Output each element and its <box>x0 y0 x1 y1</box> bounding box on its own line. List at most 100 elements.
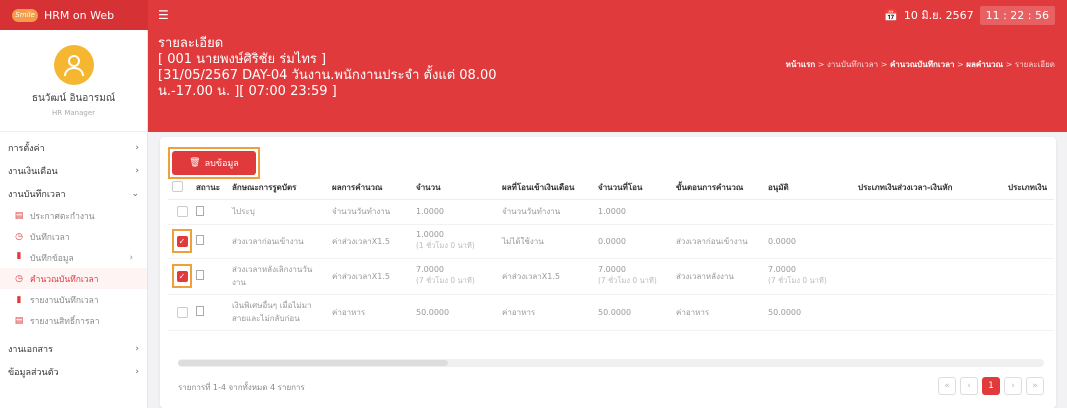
cell-calc-step: ส่วงเวลาก่อนเข้างาน <box>672 224 764 259</box>
delete-button-highlight: 🗑 ลบข้อมูล <box>168 147 260 179</box>
next-page-icon[interactable]: › <box>1004 377 1022 395</box>
sidebar-sub-time-record[interactable]: ◷ บันทึกเวลา <box>0 226 147 247</box>
chevron-right-icon: › <box>135 165 139 176</box>
prev-page-icon[interactable]: ‹ <box>960 377 978 395</box>
delete-button[interactable]: 🗑 ลบข้อมูล <box>172 151 256 175</box>
col-calc-result[interactable]: ผลการคำนวณ <box>328 177 412 200</box>
cell-transfer-amount: 7.0000 <box>598 265 626 274</box>
sidebar-sub-data-record[interactable]: ▮ บันทึกข้อมูล › <box>0 247 147 268</box>
menu-toggle-icon[interactable]: ☰ <box>158 8 169 22</box>
chevron-right-icon: › <box>135 343 139 354</box>
cell-amount: 1.0000 <box>416 230 444 239</box>
breadcrumb-home[interactable]: หน้าแรก <box>786 60 816 69</box>
cell-approve: 50.0000 <box>764 294 854 331</box>
row-checkbox[interactable] <box>176 206 188 217</box>
col-transfer-amount[interactable]: จำนวนที่โอน <box>594 177 672 200</box>
document-icon[interactable] <box>196 235 204 245</box>
cell-transfer-amount: 50.0000 <box>594 294 672 331</box>
cell-transfer-result: ค่าส่วงเวลาX1.5 <box>498 258 594 295</box>
detail-card: 🗑 ลบข้อมูล สถานะ ลักษณะการรูดบัตร ผลการค… <box>160 137 1056 408</box>
cell-amount: 50.0000 <box>412 294 498 331</box>
trash-icon: 🗑 <box>189 158 201 168</box>
brand[interactable]: Smile HRM on Web <box>0 0 148 30</box>
sub-item-label: บันทึกข้อมูล <box>30 253 74 264</box>
sub-item-label: บันทึกเวลา <box>30 232 70 243</box>
cell-amount: 1.0000 <box>412 199 498 225</box>
user-name: ธนวัฒน์ อินอารมณ์ <box>31 92 116 104</box>
clock-date: 10 มิ.ย. 2567 <box>903 9 974 22</box>
sidebar-item-label: การตั้งค่า <box>8 143 45 154</box>
clock-icon: ◷ <box>15 273 23 284</box>
sidebar-item-personal[interactable]: ข้อมูลส่วนตัว › <box>0 360 147 383</box>
sidebar: ธนวัฒน์ อินอารมณ์ HR Manager การตั้งค่า ›… <box>0 30 148 408</box>
col-calc-step[interactable]: ขั้นตอนการคำนวณ <box>672 177 764 200</box>
delete-label: ลบข้อมูล <box>204 159 239 169</box>
sidebar-item-label: ข้อมูลส่วนตัว <box>8 367 59 378</box>
scrollbar-thumb[interactable] <box>178 360 448 366</box>
first-page-icon[interactable]: « <box>938 377 956 395</box>
user-role: HR Manager <box>51 108 96 117</box>
cell-amount: 7.0000 <box>416 265 444 274</box>
table-header-row: สถานะ ลักษณะการรูดบัตร ผลการคำนวณ จำนวน … <box>168 177 1054 200</box>
row-checkbox-highlight: ✓ <box>172 229 192 253</box>
cell-transfer-amount: 0.0000 <box>594 224 672 259</box>
file-icon: ▮ <box>16 294 22 305</box>
sidebar-item-label: งานบันทึกเวลา <box>8 189 66 200</box>
sidebar-item-payroll[interactable]: งานเงินเดือน › <box>0 159 147 182</box>
table-row[interactable]: ✓ ส่วงเวลาหลังเลิกงานวัน งาน ค่าส่วงเวลา… <box>168 258 1054 295</box>
title-line: [ 001 นายพงษ์ศิริชัย ร่มไทร ] <box>158 52 327 67</box>
breadcrumb-calc[interactable]: คำนวณบันทึกเวลา <box>890 60 955 69</box>
row-checkbox[interactable]: ✓ <box>176 270 188 282</box>
cell-approve: 0.0000 <box>764 224 854 259</box>
horizontal-scrollbar[interactable] <box>178 359 1044 367</box>
table-row[interactable]: เงินพิเศษอื่นๆ เมื่อไม่มา สายและไม่กลับก… <box>168 294 1054 331</box>
select-all-checkbox[interactable] <box>172 181 183 193</box>
cell-transfer-detail: (7 ชั่วโมง 0 นาที) <box>598 276 657 285</box>
col-amount[interactable]: จำนวน <box>412 177 498 200</box>
sub-item-label: คำนวณบันทึกเวลา <box>30 274 99 285</box>
cell-calc-result: จำนวนวันทำงาน <box>328 199 412 225</box>
row-checkbox[interactable] <box>176 306 188 318</box>
document-icon[interactable] <box>196 205 204 216</box>
user-profile: ธนวัฒน์ อินอารมณ์ HR Manager <box>0 30 147 132</box>
sidebar-item-label: งานเงินเดือน <box>8 166 58 177</box>
cell-transfer-amount: 1.0000 <box>594 199 672 225</box>
title-line: รายละเอียด <box>158 36 224 51</box>
col-transfer-result[interactable]: ผลที่โอนเข้าเงินเดือน <box>498 177 594 200</box>
cell-approve <box>764 199 854 225</box>
cell-calc-result: ค่าส่วงเวลาX1.5 <box>328 224 412 259</box>
sidebar-sub-leave-report[interactable]: ▤ รายงานสิทธิ์การลา <box>0 310 147 331</box>
breadcrumb-result[interactable]: ผลคำนวณ <box>966 60 1003 69</box>
last-page-icon[interactable]: » <box>1026 377 1044 395</box>
page-number[interactable]: 1 <box>982 377 1000 395</box>
clock-icon: ◷ <box>15 231 23 242</box>
chevron-right-icon: › <box>135 142 139 153</box>
col-status[interactable]: สถานะ <box>192 177 228 200</box>
col-swipe-type[interactable]: ลักษณะการรูดบัตร <box>228 177 328 200</box>
sidebar-sub-announcement[interactable]: ▤ ประกาศตะกำงาน <box>0 205 147 226</box>
cell-calc-result: ค่าส่วงเวลาX1.5 <box>328 258 412 295</box>
col-ot-deduct-type[interactable]: ประเภทเงินส่วงเวลา-เงินหัก <box>854 177 1004 200</box>
cell-amount-detail: (7 ชั่วโมง 0 นาที) <box>416 276 475 285</box>
col-approve[interactable]: อนุมัติ <box>764 177 854 200</box>
pagination: « ‹ 1 › » <box>938 377 1044 395</box>
breadcrumb-detail: รายละเอียด <box>1014 60 1055 69</box>
sidebar-item-settings[interactable]: การตั้งค่า › <box>0 136 147 159</box>
app-title: HRM on Web <box>44 8 115 22</box>
sidebar-item-timekeeping[interactable]: งานบันทึกเวลา ⌄ <box>0 182 147 205</box>
breadcrumb-timekeeping[interactable]: งานบันทึกเวลา <box>827 60 878 69</box>
sidebar-item-documents[interactable]: งานเอกสาร › <box>0 337 147 360</box>
table-row[interactable]: ✓ ส่วงเวลาก่อนเข้างาน ค่าส่วงเวลาX1.5 1.… <box>168 224 1054 259</box>
document-icon[interactable] <box>196 306 204 316</box>
col-money-type[interactable]: ประเภทเงิน <box>1004 177 1054 200</box>
cell-swipe-type: ไประบุ <box>228 199 328 225</box>
sidebar-sub-calc-time[interactable]: ◷ คำนวณบันทึกเวลา <box>0 268 147 289</box>
table-row[interactable]: ไประบุ จำนวนวันทำงาน 1.0000 จำนวนวันทำงา… <box>168 199 1054 225</box>
sidebar-sub-time-report[interactable]: ▮ รายงานบันทึกเวลา <box>0 289 147 310</box>
document-icon[interactable] <box>196 270 204 280</box>
breadcrumb: หน้าแรก > งานบันทึกเวลา > คำนวณบันทึกเวล… <box>785 60 1055 69</box>
cell-calc-result: ค่าอาหาร <box>328 294 412 331</box>
calendar-icon: ▤ <box>14 210 24 221</box>
row-checkbox[interactable]: ✓ <box>176 235 188 247</box>
page-title: รายละเอียด [ 001 นายพงษ์ศิริชัย ร่มไทร ]… <box>158 36 497 100</box>
